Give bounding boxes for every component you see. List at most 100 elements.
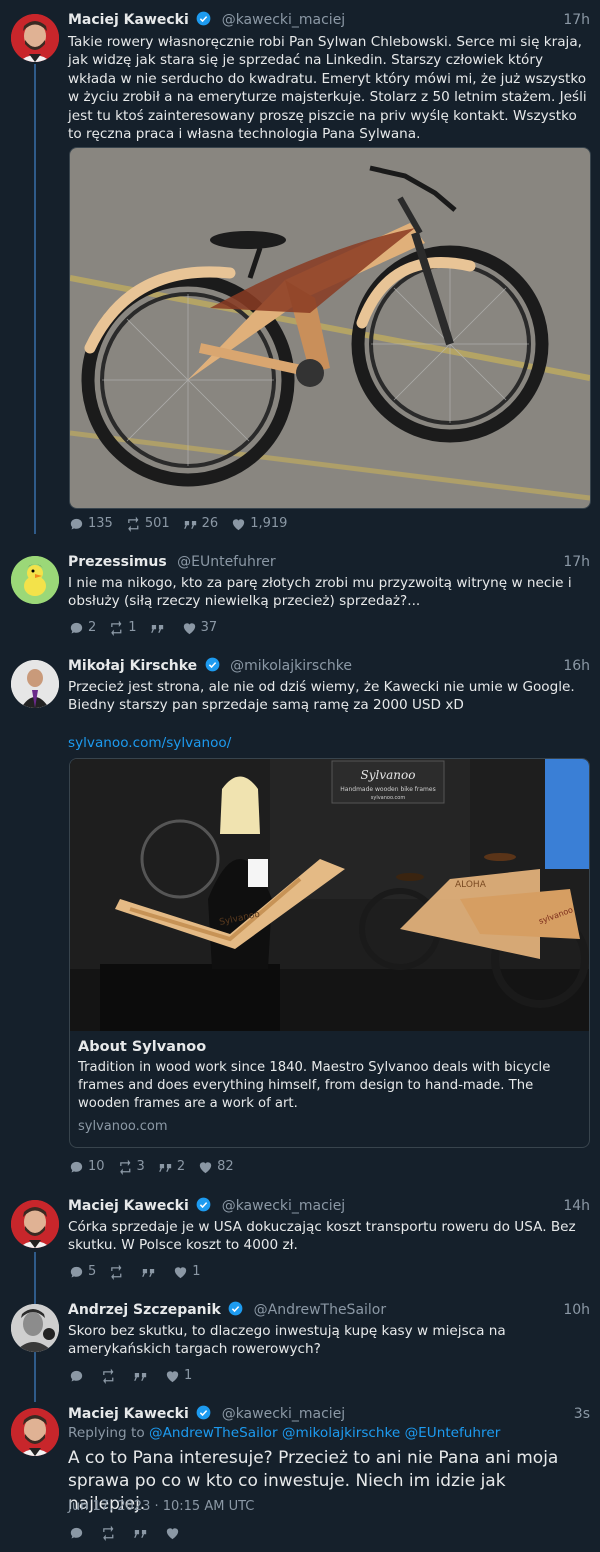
- retweet-icon: [103, 1368, 114, 1384]
- quote-count: 26: [201, 516, 219, 531]
- retweet-icon: [128, 516, 139, 532]
- author-name[interactable]: Maciej Kawecki: [68, 1406, 189, 1422]
- tweet-time[interactable]: 17h: [563, 552, 590, 572]
- retweet-button[interactable]: 501: [125, 515, 170, 533]
- tweet-time[interactable]: 10h: [563, 1300, 590, 1320]
- verified-badge-icon: [205, 657, 220, 672]
- heart-icon: [183, 622, 195, 634]
- verified-badge-icon: [196, 1197, 211, 1212]
- tweet[interactable]: Prezessimus @EUntefuhrer 17h I nie ma ni…: [0, 552, 600, 648]
- retweet-icon: [103, 1525, 114, 1541]
- author-handle[interactable]: @AndrewTheSailor: [254, 1302, 386, 1318]
- tweet-link[interactable]: sylvanoo.com/sylvanoo/: [68, 734, 231, 752]
- avatar[interactable]: [11, 660, 59, 708]
- avatar[interactable]: [11, 1200, 59, 1248]
- quote-button[interactable]: [140, 1263, 160, 1281]
- retweet-icon: [119, 1159, 130, 1175]
- quote-button[interactable]: 26: [182, 515, 219, 533]
- tweet-text: I nie ma nikogo, kto za parę złotych zro…: [68, 575, 572, 610]
- verified-badge-icon: [196, 1405, 211, 1420]
- tweet[interactable]: Maciej Kawecki @kawecki_maciej 17h Takie…: [0, 0, 600, 540]
- link-preview-card[interactable]: Sylvanoo Handmade wooden bike frames syl…: [69, 758, 590, 1148]
- author-handle[interactable]: @kawecki_maciej: [222, 12, 346, 28]
- card-domain: sylvanoo.com: [78, 1119, 168, 1134]
- tweet[interactable]: Maciej Kawecki @kawecki_maciej 14h Córka…: [0, 1196, 600, 1292]
- retweet-icon: [111, 1264, 122, 1280]
- reply-count: 10: [88, 1159, 105, 1174]
- replying-to-label: Replying to: [68, 1425, 145, 1441]
- tweet-text: Skoro bez skutku, to dlaczego inwestują …: [68, 1323, 506, 1358]
- reply-icon: [70, 518, 83, 529]
- reply-button[interactable]: 2: [68, 619, 96, 637]
- verified-badge-icon: [228, 1301, 243, 1316]
- verified-badge-icon: [196, 11, 211, 26]
- banner-url: sylvanoo.com: [371, 795, 406, 801]
- reply-mentions[interactable]: @AndrewTheSailor @mikolajkirschke @EUnte…: [149, 1425, 500, 1441]
- like-count: 82: [217, 1159, 234, 1174]
- reply-button[interactable]: 5: [68, 1263, 96, 1281]
- retweet-button[interactable]: [100, 1524, 120, 1542]
- like-button[interactable]: 1: [164, 1367, 192, 1385]
- tweet-photo[interactable]: [69, 147, 591, 509]
- like-button[interactable]: [164, 1524, 184, 1542]
- quote-icon: [134, 1529, 147, 1538]
- author-name[interactable]: Prezessimus: [68, 554, 167, 570]
- like-count: 1: [192, 1264, 201, 1279]
- author-name[interactable]: Maciej Kawecki: [68, 1198, 189, 1214]
- tweet-main[interactable]: Maciej Kawecki @kawecki_maciej 3s Replyi…: [0, 1404, 600, 1552]
- author-handle[interactable]: @kawecki_maciej: [222, 1406, 346, 1422]
- like-count: 1: [184, 1368, 193, 1383]
- tweet-time[interactable]: 3s: [574, 1404, 590, 1424]
- tweet-time[interactable]: 17h: [563, 10, 590, 30]
- reply-count: 2: [88, 620, 97, 635]
- retweet-count: 3: [136, 1159, 145, 1174]
- quote-button[interactable]: [149, 619, 169, 637]
- avatar[interactable]: [11, 556, 59, 604]
- banner-subtitle: Handmade wooden bike frames: [340, 786, 435, 793]
- reply-button[interactable]: 135: [68, 515, 113, 533]
- heart-icon: [166, 1370, 179, 1382]
- quote-button[interactable]: [132, 1367, 152, 1385]
- author-name[interactable]: Andrzej Szczepanik: [68, 1302, 221, 1318]
- quote-button[interactable]: [132, 1524, 152, 1542]
- avatar[interactable]: [11, 1304, 59, 1352]
- retweet-button[interactable]: 1: [108, 619, 137, 637]
- avatar[interactable]: [11, 14, 59, 62]
- reply-count: 5: [88, 1264, 97, 1279]
- like-button[interactable]: 82: [197, 1158, 234, 1176]
- heart-icon: [175, 1266, 187, 1278]
- card-image: Sylvanoo Handmade wooden bike frames syl…: [70, 759, 589, 1031]
- reply-icon: [70, 1370, 83, 1381]
- author-handle[interactable]: @kawecki_maciej: [222, 1198, 346, 1214]
- tweet-time[interactable]: 16h: [563, 656, 590, 676]
- retweet-count: 501: [144, 516, 170, 531]
- like-button[interactable]: 1: [172, 1263, 201, 1281]
- quote-icon: [134, 1372, 147, 1381]
- reply-button[interactable]: [68, 1367, 88, 1385]
- retweet-button[interactable]: 3: [117, 1158, 145, 1176]
- reply-button[interactable]: [68, 1524, 88, 1542]
- like-button[interactable]: 1,919: [230, 515, 287, 533]
- reply-button[interactable]: 10: [68, 1158, 105, 1176]
- author-handle[interactable]: @mikolajkirschke: [230, 658, 352, 674]
- reply-count: 135: [88, 516, 113, 531]
- tweet[interactable]: Andrzej Szczepanik @AndrewTheSailor 10h …: [0, 1300, 600, 1396]
- card-title: About Sylvanoo: [78, 1039, 207, 1055]
- avatar[interactable]: [11, 1408, 59, 1456]
- reply-icon: [70, 622, 83, 633]
- author-handle[interactable]: @EUntefuhrer: [177, 554, 276, 570]
- retweet-button[interactable]: [108, 1263, 128, 1281]
- banner-title: Sylvanoo: [361, 768, 416, 782]
- reply-icon: [70, 1161, 83, 1172]
- quote-count: 2: [176, 1159, 186, 1174]
- retweet-button[interactable]: [100, 1367, 120, 1385]
- author-name[interactable]: Maciej Kawecki: [68, 12, 189, 28]
- reply-icon: [70, 1527, 83, 1538]
- author-name[interactable]: Mikołaj Kirschke: [68, 658, 197, 674]
- tweet[interactable]: Mikołaj Kirschke @mikolajkirschke 16h Pr…: [0, 656, 600, 1186]
- tweet-time[interactable]: 14h: [563, 1196, 590, 1216]
- quote-button[interactable]: 2: [157, 1158, 185, 1176]
- tweet-text: Takie rowery własnoręcznie robi Pan Sylw…: [68, 34, 587, 143]
- like-button[interactable]: 37: [181, 619, 217, 637]
- tweet-date[interactable]: Jun 17, 2023 · 10:15 AM UTC: [68, 1499, 254, 1514]
